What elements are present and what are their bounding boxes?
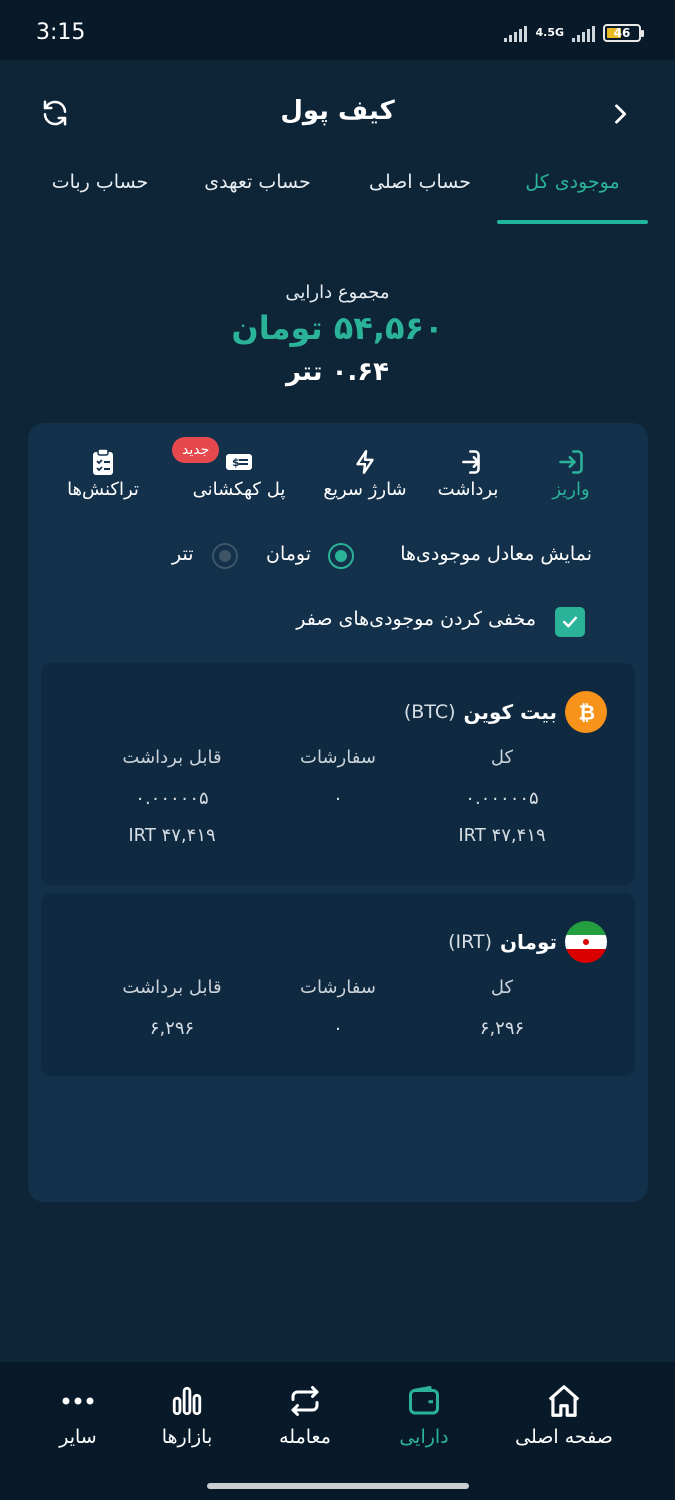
display-currency-label: نمایش معادل موجودی‌ها <box>400 543 592 565</box>
more-icon <box>8 1380 148 1422</box>
quick-charge-button[interactable]: شارژ سریع <box>305 447 425 500</box>
signal-icon <box>504 24 528 42</box>
tab-total-balance[interactable]: موجودی کل <box>497 165 648 225</box>
nav-assets[interactable]: دارایی <box>354 1380 494 1448</box>
svg-text:₿: ₿ <box>578 701 595 725</box>
network-type: 4.5G <box>535 26 564 39</box>
deposit-icon <box>511 447 631 477</box>
chevron-right-icon[interactable] <box>606 100 634 128</box>
col-available-header: قابل برداشت <box>122 747 222 768</box>
withdraw-label: برداشت <box>437 479 499 500</box>
nav-more-label: سایر <box>59 1426 97 1448</box>
col-orders-header: سفارشات <box>300 747 376 768</box>
bitcoin-icon: ₿ <box>565 691 607 733</box>
col-total-header: کل <box>490 977 514 998</box>
asset-code: (IRT) <box>448 931 492 953</box>
asset-code: (BTC) <box>403 701 456 723</box>
asset-header: تومان (IRT) <box>448 921 607 963</box>
radio-tether[interactable] <box>212 543 238 569</box>
asset-card-btc[interactable]: ₿ بیت کوین (BTC) کل ۰.۰۰۰۰۰۵ ۴۷,۴۱۹ IRT … <box>41 663 635 885</box>
home-indicator[interactable] <box>207 1483 469 1489</box>
col-available-header: قابل برداشت <box>122 977 222 998</box>
col-total: کل ۶,۲۹۶ <box>417 977 587 1039</box>
status-bar: 3:15 4.5G 46 <box>0 0 675 60</box>
transactions-label: تراکنش‌ها <box>67 479 139 500</box>
available-value: ۶,۲۹۶ <box>149 1018 195 1039</box>
col-orders: سفارشات ۰ <box>253 977 423 1039</box>
col-total-header: کل <box>490 747 514 768</box>
status-time: 3:15 <box>36 20 86 45</box>
radio-tether-label[interactable]: تتر <box>172 543 194 565</box>
available-value: ۰.۰۰۰۰۰۵ <box>135 788 209 809</box>
iran-flag-icon <box>565 921 607 963</box>
deposit-button[interactable]: واریز <box>511 447 631 500</box>
nav-home[interactable]: صفحه اصلی <box>494 1380 634 1448</box>
col-available: قابل برداشت ۶,۲۹۶ <box>87 977 257 1039</box>
col-total: کل ۰.۰۰۰۰۰۵ ۴۷,۴۱۹ IRT <box>417 747 587 846</box>
check-icon <box>562 616 578 628</box>
nav-more[interactable]: سایر <box>8 1380 148 1448</box>
galaxy-bridge-label: پل کهکشانی <box>192 479 286 500</box>
asset-header: ₿ بیت کوین (BTC) <box>404 691 607 733</box>
radio-toman-label[interactable]: تومان <box>266 543 311 565</box>
svg-text:$: $ <box>232 456 240 469</box>
account-tabs: موجودی کل حساب اصلی حساب تعهدی حساب ربات <box>0 165 675 225</box>
withdraw-button[interactable]: برداشت <box>408 447 528 500</box>
tab-main-account[interactable]: حساب اصلی <box>350 165 490 225</box>
col-orders-header: سفارشات <box>300 977 376 998</box>
bottom-navigation: صفحه اصلی دارایی معامله بازارها سایر <box>0 1362 675 1500</box>
hide-zero-label: مخفی کردن موجودی‌های صفر <box>296 608 536 630</box>
hide-zero-checkbox[interactable] <box>555 607 585 637</box>
display-currency-row: نمایش معادل موجودی‌ها تومان تتر <box>28 535 648 575</box>
total-irt-value: ۴۷,۴۱۹ IRT <box>458 825 546 846</box>
total-balance-toman: ۵۴,۵۶۰ تومان <box>231 309 444 347</box>
quick-charge-label: شارژ سریع <box>323 479 407 500</box>
summary-label: مجموع دارایی <box>285 282 390 303</box>
asset-name: تومان <box>499 930 557 954</box>
active-tab-indicator <box>497 220 648 224</box>
transactions-button[interactable]: تراکنش‌ها <box>43 447 163 500</box>
battery-level: 46 <box>613 26 631 40</box>
total-value: ۰.۰۰۰۰۰۵ <box>465 788 539 809</box>
header: کیف پول <box>0 60 675 165</box>
status-indicators: 4.5G 46 <box>504 22 644 44</box>
col-orders: سفارشات ۰ <box>253 747 423 809</box>
withdraw-icon <box>408 447 528 477</box>
orders-value: ۰ <box>333 788 343 809</box>
radio-toman[interactable] <box>328 543 354 569</box>
col-available: قابل برداشت ۰.۰۰۰۰۰۵ ۴۷,۴۱۹ IRT <box>87 747 257 846</box>
new-badge: جدید <box>172 437 220 463</box>
wallet-panel: واریز برداشت شارژ سریع $ پل کهکشانی جدید… <box>28 423 648 1202</box>
tab-bot-account[interactable]: حساب ربات <box>35 165 165 225</box>
flash-icon <box>305 447 425 477</box>
nav-home-label: صفحه اصلی <box>515 1426 613 1448</box>
page-title: کیف پول <box>280 96 395 126</box>
deposit-label: واریز <box>552 479 590 500</box>
available-irt-value: ۴۷,۴۱۹ IRT <box>128 825 216 846</box>
balance-summary: مجموع دارایی ۵۴,۵۶۰ تومان ۰.۶۴ تتر <box>0 282 675 387</box>
tab-margin-account[interactable]: حساب تعهدی <box>185 165 330 225</box>
asset-card-irt[interactable]: تومان (IRT) کل ۶,۲۹۶ سفارشات ۰ قابل بردا… <box>41 893 635 1076</box>
hide-zero-row: مخفی کردن موجودی‌های صفر <box>28 603 648 643</box>
total-balance-tether: ۰.۶۴ تتر <box>285 357 390 387</box>
home-icon <box>494 1380 634 1422</box>
asset-name: بیت کوین <box>463 700 558 724</box>
orders-value: ۰ <box>333 1018 343 1039</box>
transactions-clipboard-icon <box>43 447 163 477</box>
nav-assets-label: دارایی <box>399 1426 449 1448</box>
battery-icon: 46 <box>603 24 644 42</box>
wallet-icon <box>354 1380 494 1422</box>
signal-icon-2 <box>572 24 595 42</box>
total-value: ۶,۲۹۶ <box>479 1018 525 1039</box>
